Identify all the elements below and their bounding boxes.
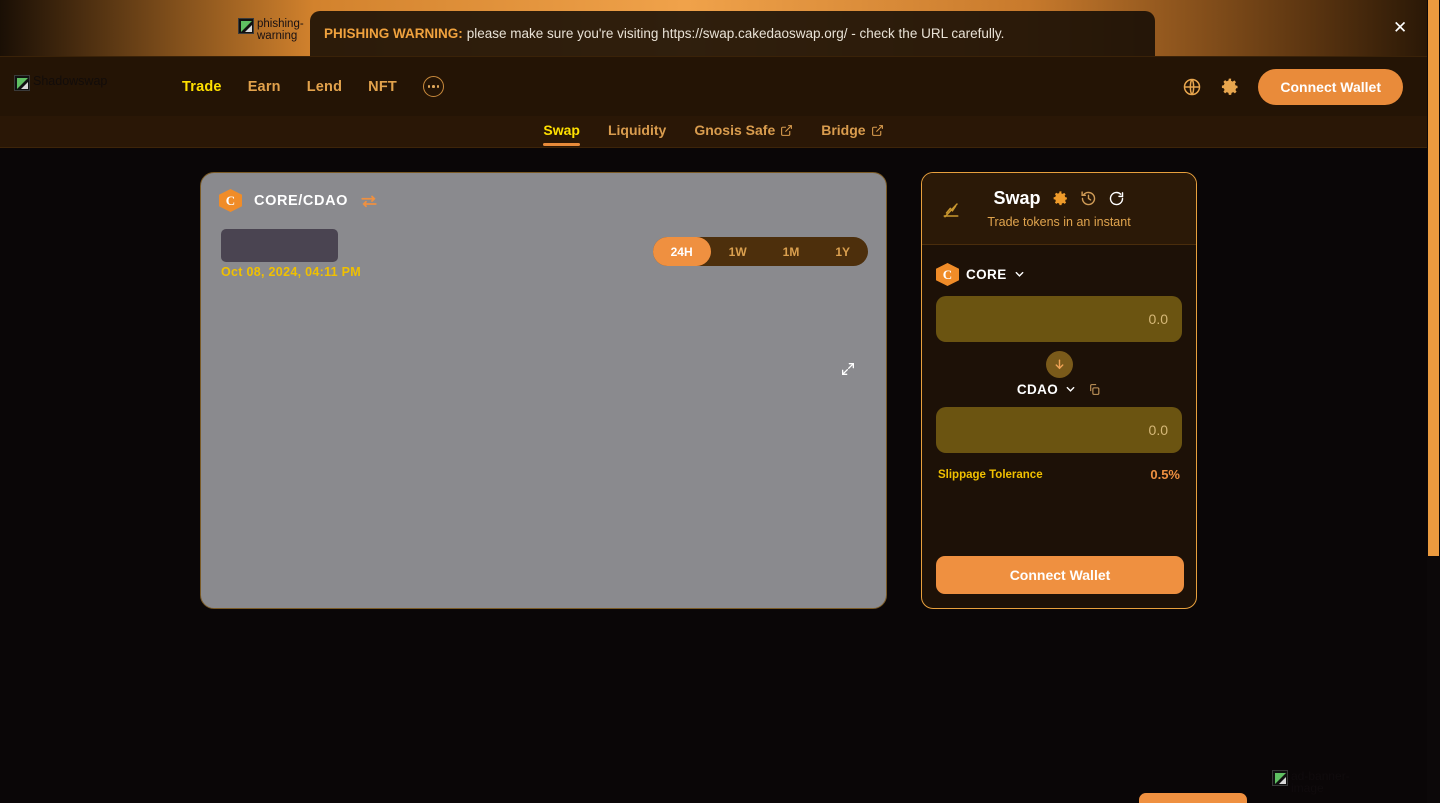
phishing-warning-image-alt: phishing-warning [257,18,318,42]
chart-timestamp: Oct 08, 2024, 04:11 PM [221,265,361,279]
chart-pair-header: C CORE/CDAO [219,189,378,212]
site-logo[interactable]: Shadowswap [14,75,107,96]
page-scrollbar-track[interactable] [1427,0,1440,803]
swap-subtitle: Trade tokens in an instant [987,215,1130,229]
tab-gnosis-safe-label: Gnosis Safe [694,122,775,138]
nav-item-trade[interactable]: Trade [182,79,222,95]
to-amount-placeholder: 0.0 [1149,422,1168,438]
price-loading-placeholder [221,229,338,262]
tab-liquidity-label: Liquidity [608,122,666,138]
broken-image-icon [238,18,254,34]
tab-swap[interactable]: Swap [543,122,580,141]
history-icon[interactable] [1080,190,1097,207]
close-icon[interactable]: ✕ [1393,21,1409,37]
footer-broken-image: ad-banner-image [1272,770,1352,794]
swap-arrows-icon[interactable] [360,194,378,208]
connect-wallet-button-header[interactable]: Connect Wallet [1258,69,1403,105]
from-token-selector[interactable]: C CORE [936,263,1182,286]
core-token-icon: C [936,263,959,286]
broken-image-icon [1272,770,1288,786]
gear-icon[interactable] [1220,77,1240,97]
range-1w[interactable]: 1W [711,237,765,266]
arrow-down-icon [1053,358,1066,371]
from-amount-input[interactable]: 0.0 [936,296,1182,342]
page-scrollbar-thumb[interactable] [1428,0,1439,556]
range-1y[interactable]: 1Y [817,237,868,266]
expand-icon[interactable] [840,361,856,377]
slippage-row: Slippage Tolerance 0.5% [936,467,1182,482]
gear-icon[interactable] [1052,190,1069,207]
tab-bridge-label: Bridge [821,122,865,138]
slippage-label: Slippage Tolerance [938,469,1043,481]
tab-liquidity[interactable]: Liquidity [608,122,666,141]
from-amount-placeholder: 0.0 [1149,311,1168,327]
range-1m[interactable]: 1M [765,237,818,266]
time-range-selector: 24H 1W 1M 1Y [653,237,868,266]
refresh-icon[interactable] [1108,190,1125,207]
phishing-warning-text: please make sure you're visiting https:/… [467,26,1005,41]
chevron-down-icon [1014,269,1025,280]
to-amount-input[interactable]: 0.0 [936,407,1182,453]
nav-item-earn[interactable]: Earn [248,79,281,95]
to-token-selector[interactable]: CDAO [936,382,1182,397]
slippage-value[interactable]: 0.5% [1150,467,1180,482]
chart-pair-label: CORE/CDAO [254,193,348,209]
globe-icon[interactable] [1182,77,1202,97]
from-token-label: CORE [966,267,1007,282]
chevron-down-icon [1065,384,1076,395]
secondary-nav: Swap Liquidity Gnosis Safe Bridge [0,116,1427,148]
phishing-warning-label: PHISHING WARNING: [324,26,463,41]
phishing-warning-broken-image: phishing-warning [238,18,318,42]
to-token-label: CDAO [1017,382,1058,397]
main-navbar: Shadowswap Trade Earn Lend NFT Connect W… [0,56,1427,116]
tab-bridge[interactable]: Bridge [821,122,883,141]
switch-tokens-button[interactable] [1046,351,1073,378]
swap-title: Swap [993,188,1040,209]
phishing-warning-bar: phishing-warning PHISHING WARNING: pleas… [0,0,1427,56]
chart-off-icon[interactable] [942,201,960,219]
tab-swap-label: Swap [543,122,580,138]
footer-image-alt: ad-banner-image [1291,770,1352,794]
swap-card-header: Swap Trade tokens in an instant [922,173,1196,245]
navbar-actions: Connect Wallet [1182,69,1403,105]
nav-item-nft[interactable]: NFT [368,79,397,95]
swap-card: Swap Trade tokens in an instant C CORE [921,172,1197,609]
external-link-icon [780,124,793,137]
range-24h[interactable]: 24H [653,237,711,266]
price-chart-panel: C CORE/CDAO Oct 08, 2024, 04:11 PM 24H 1… [200,172,887,609]
site-logo-alt: Shadowswap [33,75,107,87]
bottom-floating-button[interactable] [1139,793,1247,803]
more-dots-icon[interactable] [423,76,444,97]
primary-nav: Trade Earn Lend NFT [182,76,444,97]
tab-gnosis-safe[interactable]: Gnosis Safe [694,122,793,141]
connect-wallet-button[interactable]: Connect Wallet [936,556,1184,594]
copy-icon[interactable] [1088,383,1101,396]
broken-image-icon [14,75,30,91]
swap-card-body: C CORE 0.0 CDAO 0.0 [922,245,1196,482]
external-link-icon [871,124,884,137]
nav-item-lend[interactable]: Lend [307,79,342,95]
page-root: phishing-warning PHISHING WARNING: pleas… [0,0,1440,803]
core-token-icon: C [219,189,242,212]
phishing-warning-message: PHISHING WARNING: please make sure you'r… [310,11,1155,56]
